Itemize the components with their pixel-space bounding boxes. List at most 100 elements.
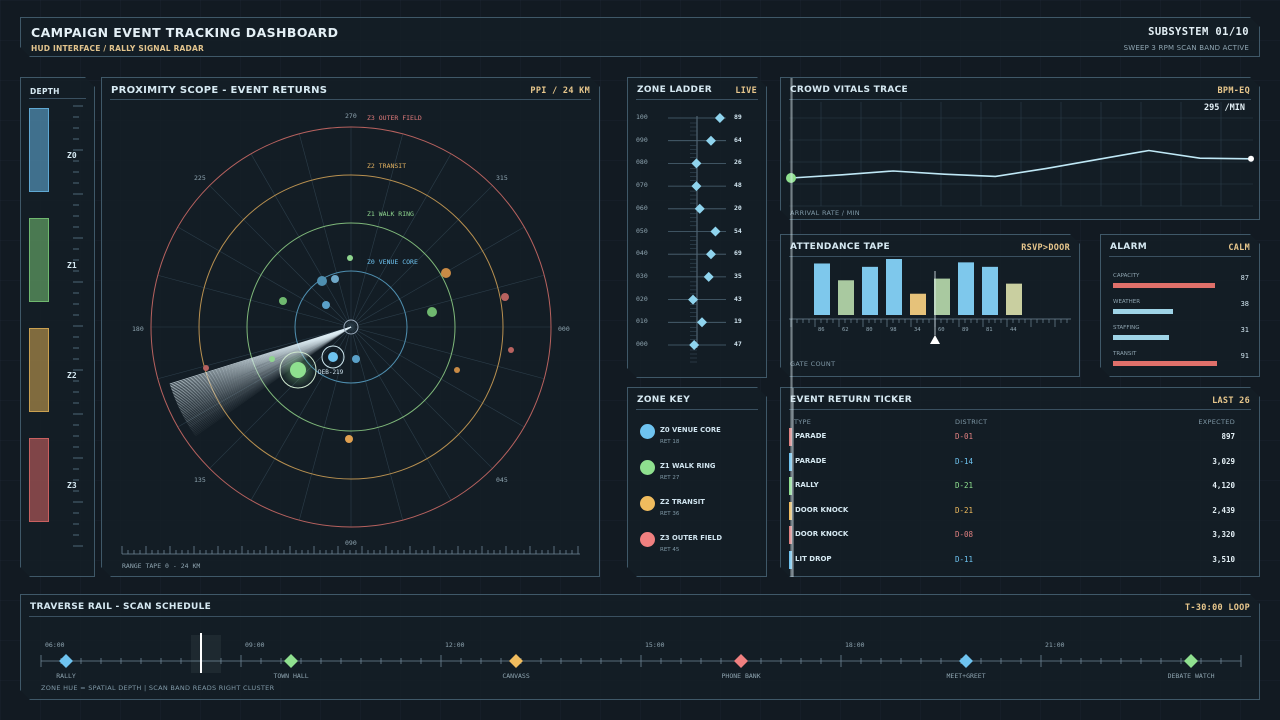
target-blip[interactable] (290, 362, 306, 378)
ticker-district: D-11 (955, 554, 974, 564)
rail-event-marker[interactable] (959, 654, 973, 668)
ladder-row: 040 69 (628, 249, 768, 261)
rail-event-label: PHONE BANK (722, 672, 761, 680)
ticker-type: RALLY (795, 481, 819, 489)
attendance-cursor-icon[interactable] (930, 335, 940, 344)
ladder-left-label: 040 (636, 249, 648, 258)
attendance-bar[interactable] (862, 267, 878, 315)
rail-event-label: RALLY (56, 672, 76, 680)
alarm-panel: ALARM CALM CAPACITY 87 WEATHER 38 STAFFI… (1100, 234, 1260, 377)
depth-bar-z3[interactable] (29, 438, 49, 522)
ticker-row[interactable]: PARADE D-14 3,029 (789, 453, 1251, 473)
ladder-left-label: 010 (636, 317, 648, 326)
zone-key-item-z1[interactable]: Z1 WALK RING RET 27 (640, 460, 765, 492)
subsystem-indicator[interactable]: SUBSYSTEM 01/10 (1148, 26, 1249, 38)
ladder-row: 010 19 (628, 317, 768, 329)
radar-scope[interactable]: Z3 OUTER FIELD Z2 TRANSIT Z1 WALK RING Z… (102, 78, 601, 578)
depth-bar-z1[interactable] (29, 218, 49, 302)
zone-dot-icon (640, 424, 655, 439)
attendance-panel: ATTENDANCE TAPE RSVP>DOOR 86 62 80 98 34 60 89… (780, 234, 1080, 377)
rail-event-marker[interactable] (59, 654, 73, 668)
rail-event-label: TOWN HALL (273, 672, 308, 680)
ticker-row[interactable]: LIT DROP D-11 3,510 (789, 551, 1251, 571)
ring-label-z1: Z1 WALK RING (367, 210, 414, 218)
rail-event-marker[interactable] (734, 654, 748, 668)
ladder-left-label: 030 (636, 271, 648, 280)
rail-event-marker[interactable] (509, 654, 523, 668)
alarm-value: 91 (1240, 352, 1249, 360)
ladder-row: 050 54 (628, 227, 768, 239)
bearing-270: 270 (345, 112, 357, 120)
attendance-bar[interactable] (1006, 284, 1022, 315)
ticker-row[interactable]: DOOR KNOCK D-08 3,320 (789, 526, 1251, 546)
ladder-row: 020 43 (628, 295, 768, 307)
col-type: TYPE (794, 418, 812, 426)
ladder-left-label: 090 (636, 135, 648, 144)
ticker-expected: 3,510 (1212, 554, 1235, 564)
ladder-row: 060 20 (628, 204, 768, 216)
ticker-row[interactable]: RALLY D-21 4,120 (789, 477, 1251, 497)
ladder-right-value: 69 (734, 249, 742, 258)
bearing-090: 090 (345, 539, 357, 547)
ladder-left-label: 060 (636, 203, 648, 212)
alarm-row-staffing[interactable]: STAFFING 31 (1113, 325, 1249, 347)
rail-event-marker[interactable] (284, 654, 298, 668)
attendance-bar[interactable] (958, 262, 974, 315)
alarm-bar (1113, 335, 1169, 340)
alarm-bar (1113, 283, 1215, 288)
attendance-chart[interactable]: 86 62 80 98 34 60 89 81 44 (781, 235, 1081, 378)
ticker-row[interactable]: PARADE D-01 897 (789, 428, 1251, 448)
attendance-bar[interactable] (934, 279, 950, 315)
ticker-type: DOOR KNOCK (795, 530, 849, 538)
alarm-row-weather[interactable]: WEATHER 38 (1113, 299, 1249, 321)
attendance-bar[interactable] (886, 259, 902, 315)
target-blip-deb-219[interactable] (328, 352, 338, 362)
col-district: DISTRICT (955, 418, 988, 426)
ticker-row[interactable]: DOOR KNOCK D-21 2,439 (789, 502, 1251, 522)
traverse-rail-panel: TRAVERSE RAIL - SCAN SCHEDULE T-30:00 LO… (20, 594, 1260, 700)
bearing-180: 180 (132, 325, 144, 333)
depth-label-z2: Z2 (67, 371, 77, 380)
zone-key-sub: RET 36 (660, 511, 680, 517)
rail-time-label: 12:00 (445, 641, 465, 649)
vitals-trace[interactable] (781, 78, 1261, 221)
page-subtitle: HUD INTERFACE / RALLY SIGNAL RADAR (31, 44, 204, 53)
alarm-row-transit[interactable]: TRANSIT 91 (1113, 351, 1249, 373)
rail-time-label: 18:00 (845, 641, 865, 649)
depth-bar-z0[interactable] (29, 108, 49, 192)
rail-footer: ZONE HUE = SPATIAL DEPTH | SCAN BAND REA… (41, 684, 275, 692)
event-ticker-panel: EVENT RETURN TICKER LAST 26 TYPE DISTRIC… (780, 387, 1260, 577)
ring-label-z0: Z0 VENUE CORE (367, 258, 418, 266)
rail-event-label: MEET+GREET (947, 672, 986, 680)
ladder-right-value: 48 (734, 181, 742, 190)
zone-key-title: ZONE KEY (637, 395, 691, 405)
attendance-bar[interactable] (814, 263, 830, 315)
ladder-right-value: 43 (734, 294, 742, 303)
alarm-row-capacity[interactable]: CAPACITY 87 (1113, 273, 1249, 295)
depth-bar-z2[interactable] (29, 328, 49, 412)
zone-key-item-z2[interactable]: Z2 TRANSIT RET 36 (640, 496, 765, 528)
ticker-district: D-01 (955, 432, 974, 441)
zone-dot-icon (640, 460, 655, 475)
crowd-vitals-panel: CROWD VITALS TRACE BPM-EQ 295 /MIN ARRIV… (780, 77, 1260, 220)
rail-event-marker[interactable] (1184, 654, 1198, 668)
rail-time-label: 15:00 (645, 641, 665, 649)
zone-key-name: Z3 OUTER FIELD (660, 534, 722, 542)
attendance-footer: GATE COUNT (790, 360, 836, 368)
zone-key-name: Z1 WALK RING (660, 462, 716, 470)
attendance-bar[interactable] (838, 280, 854, 315)
ladder-left-label: 070 (636, 181, 648, 190)
bearing-315: 315 (496, 174, 508, 182)
alarm-value: 87 (1240, 274, 1249, 282)
ladder-right-value: 89 (734, 113, 742, 121)
zone-ladder-panel: ZONE LADDER LIVE 100 89 090 64 080 26 070 48 060… (627, 77, 767, 378)
zone-key-item-z3[interactable]: Z3 OUTER FIELD RET 45 (640, 532, 765, 564)
ladder-row: 000 47 (628, 340, 768, 352)
attendance-bar[interactable] (982, 267, 998, 315)
zone-key-item-z0[interactable]: Z0 VENUE CORE RET 18 (640, 424, 765, 456)
attendance-tick-label: 34 (914, 327, 921, 333)
range-tape-label: RANGE TAPE 0 - 24 KM (122, 562, 200, 570)
trace-end-marker (1248, 156, 1254, 162)
ticker-title: EVENT RETURN TICKER (790, 395, 913, 405)
attendance-bar[interactable] (910, 294, 926, 315)
